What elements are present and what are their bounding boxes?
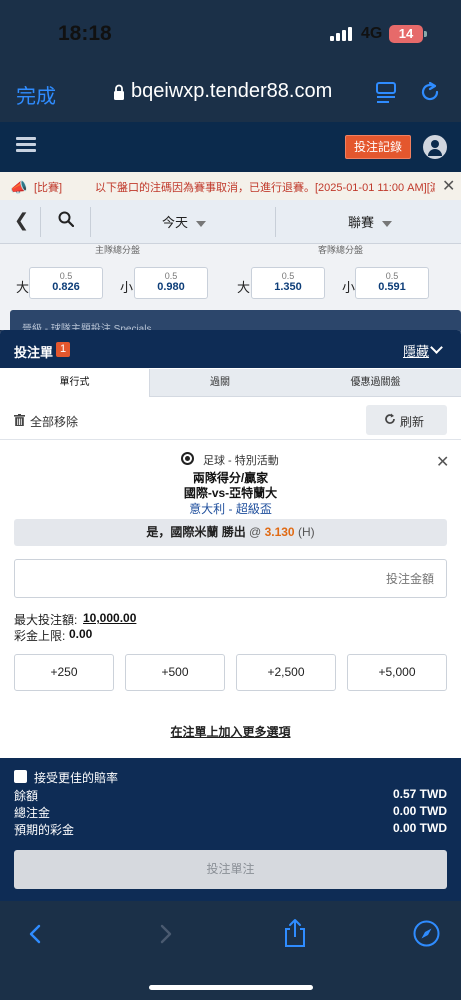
signal-icon xyxy=(330,27,354,41)
bet-count-badge: 1 xyxy=(56,342,70,357)
sport-label: 足球 - 特別活動 xyxy=(203,455,279,467)
tab-promo-parlay[interactable]: 優惠過關盤 xyxy=(290,369,461,397)
odds-value: 0.980 xyxy=(157,281,185,293)
odds-value: 1.350 xyxy=(274,281,302,293)
close-icon[interactable]: ✕ xyxy=(442,176,455,196)
forward-icon[interactable] xyxy=(158,924,174,944)
over-label: 大 xyxy=(16,280,30,295)
accept-odds-label[interactable]: 接受更佳的賠率 xyxy=(34,769,118,786)
trash-icon[interactable] xyxy=(14,414,25,426)
balance-value: 0.57 TWD xyxy=(392,787,447,801)
reload-icon[interactable] xyxy=(418,80,442,104)
odds-line: 0.5 xyxy=(164,271,178,281)
back-icon[interactable] xyxy=(27,924,43,944)
league-filter[interactable]: 聯賽 xyxy=(348,212,393,231)
battery-icon: 14 xyxy=(389,25,423,43)
search-icon[interactable] xyxy=(58,211,74,227)
max-win-label: 彩金上限: xyxy=(14,629,66,643)
odds-line: 0.5 xyxy=(59,271,73,281)
total-stake-label: 總注金 xyxy=(14,806,51,820)
refresh-label: 刷新 xyxy=(400,415,425,429)
more-options-link[interactable]: 在注單上加入更多選項 xyxy=(0,723,461,740)
place-bet-button[interactable]: 投注單注 xyxy=(14,850,447,889)
divider xyxy=(0,439,461,440)
odds-line: 0.5 xyxy=(281,271,295,281)
home-indicator xyxy=(149,985,313,990)
accept-odds-checkbox[interactable] xyxy=(14,770,27,783)
reader-icon[interactable] xyxy=(376,82,396,104)
compass-icon[interactable] xyxy=(413,920,440,947)
chevron-left-icon[interactable]: ❮ xyxy=(14,210,29,231)
battery-tip xyxy=(424,31,427,37)
divider xyxy=(40,207,41,237)
league-filter-label: 聯賽 xyxy=(348,215,375,230)
selection-price: 3.130 xyxy=(264,525,295,539)
match-name: 國際-vs-亞特蘭大 xyxy=(183,486,278,500)
odds-value: 0.826 xyxy=(52,281,80,293)
at-symbol: @ xyxy=(249,525,262,539)
quick-stake-button[interactable]: +250 xyxy=(14,654,114,691)
announcement-tag: [比賽] xyxy=(34,182,63,194)
share-icon[interactable] xyxy=(283,918,307,948)
divider xyxy=(275,207,276,237)
odds-value: 0.591 xyxy=(378,281,406,293)
max-bet-label: 最大投注額: xyxy=(14,613,78,627)
bet-records-button[interactable]: 投注記錄 xyxy=(345,135,411,159)
divider xyxy=(90,207,91,237)
caret-down-icon xyxy=(382,220,393,227)
odds-button[interactable]: 0.5 0.826 xyxy=(29,267,103,299)
tab-single[interactable]: 單行式 xyxy=(0,369,150,397)
lock-icon xyxy=(114,84,124,100)
total-stake-value: 0.00 TWD xyxy=(392,804,447,818)
max-win-value: 0.00 xyxy=(69,627,93,641)
remove-all-button[interactable]: 全部移除 xyxy=(30,413,78,430)
network-type: 4G xyxy=(361,25,383,42)
max-bet-value[interactable]: 10,000.00 xyxy=(83,611,136,625)
balance-label: 餘額 xyxy=(14,789,39,803)
caret-down-icon xyxy=(196,220,207,227)
date-filter-label: 今天 xyxy=(162,215,189,230)
date-filter[interactable]: 今天 xyxy=(162,212,207,231)
odds-line: 0.5 xyxy=(385,271,399,281)
selection-side: (H) xyxy=(297,525,315,539)
league-name: 意大利 - 超級盃 xyxy=(189,502,272,516)
megaphone-icon: 📣 xyxy=(10,179,28,195)
odds-button[interactable]: 0.5 0.980 xyxy=(134,267,208,299)
quick-stake-button[interactable]: +500 xyxy=(125,654,225,691)
announcement-text: 以下盤口的注碼因為賽事取消，已進行退賽。[2025-01-01 11:00 AM… xyxy=(95,182,435,194)
selection-pick: 是，國際米蘭 勝出 xyxy=(146,525,246,539)
status-time: 18:18 xyxy=(58,22,112,45)
hide-button[interactable]: 隱藏 xyxy=(403,341,429,360)
quick-stake-button[interactable]: +5,000 xyxy=(347,654,447,691)
odds-header-away: 客隊總分盤 xyxy=(318,245,364,255)
selection-box: 是，國際米蘭 勝出 @ 3.130 (H) xyxy=(14,519,447,546)
expected-win-label: 預期的彩金 xyxy=(14,823,75,837)
bet-slip-title: 投注單 xyxy=(14,345,54,360)
expected-win-value: 0.00 TWD xyxy=(392,821,447,835)
quick-stake-button[interactable]: +2,500 xyxy=(236,654,336,691)
under-label: 小 xyxy=(342,280,356,295)
over-label: 大 xyxy=(237,280,251,295)
stake-input[interactable] xyxy=(14,559,447,598)
account-icon[interactable] xyxy=(423,135,447,159)
tab-parlay[interactable]: 過關 xyxy=(150,369,290,397)
under-label: 小 xyxy=(120,280,134,295)
odds-button[interactable]: 0.5 1.350 xyxy=(251,267,325,299)
refresh-icon xyxy=(385,413,395,424)
odds-button[interactable]: 0.5 0.591 xyxy=(355,267,429,299)
done-button[interactable]: 完成 xyxy=(16,80,56,109)
url-text[interactable]: bqeiwxp.tender88.com xyxy=(131,80,332,103)
soccer-ball-icon xyxy=(181,452,194,465)
odds-header-home: 主隊總分盤 xyxy=(95,245,141,255)
menu-icon[interactable] xyxy=(16,137,36,153)
